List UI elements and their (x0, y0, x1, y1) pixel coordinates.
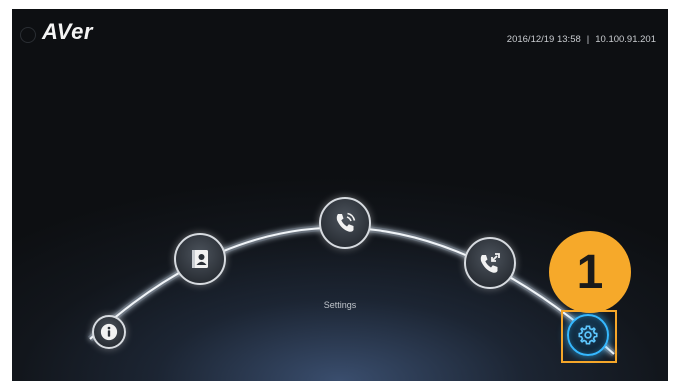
call-button[interactable] (319, 197, 371, 249)
selected-menu-label: Settings (323, 300, 357, 310)
screenshot-frame: AVer 2016/12/19 13:58 | 10.100.91.201 1 … (0, 0, 680, 390)
call-history-button[interactable] (464, 237, 516, 289)
contacts-button[interactable] (174, 233, 226, 285)
phone-call-icon (336, 212, 356, 232)
contacts-book-icon (192, 250, 208, 268)
home-screen: AVer 2016/12/19 13:58 | 10.100.91.201 1 … (12, 9, 668, 381)
settings-highlight-box (561, 310, 617, 363)
info-icon (100, 323, 118, 341)
phone-in-out-icon (480, 253, 500, 273)
info-button[interactable] (92, 315, 126, 349)
